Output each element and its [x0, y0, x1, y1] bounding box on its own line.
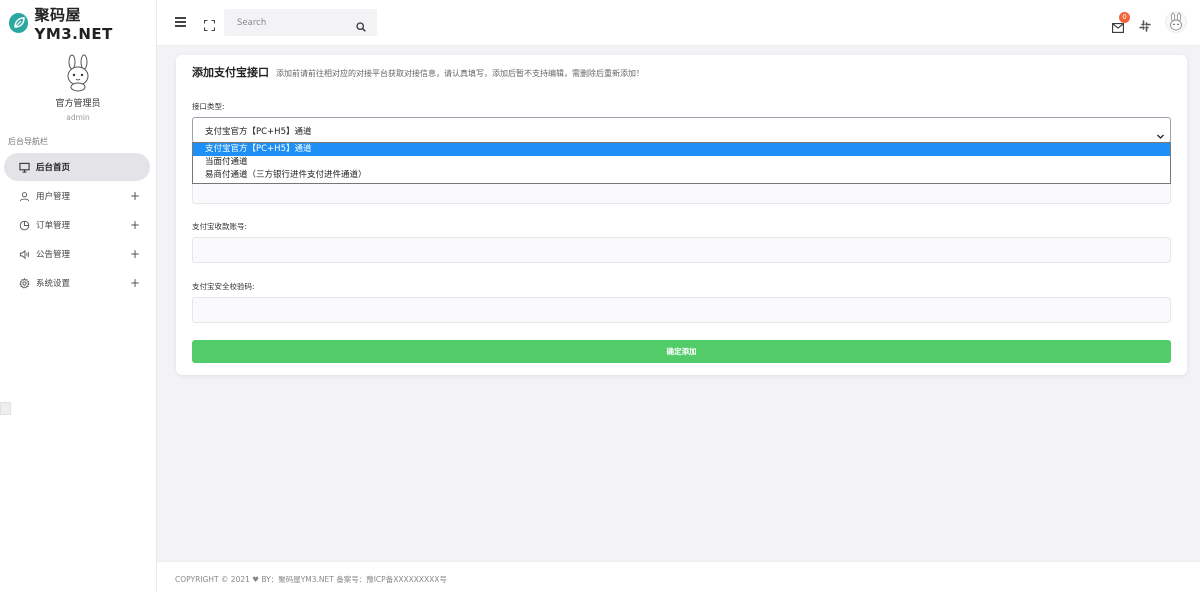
alipay-key-input[interactable]	[192, 297, 1171, 323]
expand-plus-icon[interactable]: +	[130, 247, 140, 261]
sidebar-item-label: 订单管理	[36, 221, 71, 231]
option-face-to-face[interactable]: 当面付通道	[193, 156, 1170, 169]
speaker-icon	[18, 248, 30, 260]
search-box	[224, 9, 377, 36]
footer-copyright: COPYRIGHT © 2021 ♥ BY：聚码屋YM3.NET 备案号：豫IC…	[175, 575, 447, 584]
interface-type-select[interactable]: 支付宝官方【PC+H5】通道	[192, 117, 1171, 143]
apps-icon[interactable]	[1139, 17, 1151, 32]
sidebar-item-label: 后台首页	[36, 163, 71, 173]
side-collapse-tab[interactable]	[0, 402, 11, 415]
leaf-logo-icon	[9, 13, 29, 33]
topbar: 0	[157, 0, 1200, 46]
alipay-account-input[interactable]	[192, 237, 1171, 263]
option-yishangfu[interactable]: 易商付通道（三方银行进件支付进件通道）	[193, 169, 1170, 182]
footer: COPYRIGHT © 2021 ♥ BY：聚码屋YM3.NET 备案号：豫IC…	[157, 561, 1200, 592]
select-value: 支付宝官方【PC+H5】通道	[205, 127, 312, 137]
search-icon[interactable]	[356, 17, 366, 36]
brand[interactable]: 聚码屋YM3.NET	[0, 0, 156, 46]
fullscreen-icon[interactable]	[203, 16, 216, 32]
nav-section-title: 后台导航栏	[8, 137, 48, 146]
mail-badge: 0	[1119, 12, 1130, 23]
user-avatar[interactable]	[1165, 11, 1187, 33]
user-name: 官方管理员	[55, 99, 101, 109]
pie-chart-icon	[18, 219, 30, 231]
interface-type-options: 支付宝官方【PC+H5】通道 当面付通道 易商付通道（三方银行进件支付进件通道）	[192, 142, 1171, 184]
page-title: 添加支付宝接口	[192, 66, 269, 79]
sidebar-item-dashboard[interactable]: 后台首页	[4, 153, 150, 181]
sidebar-item-label: 公告管理	[36, 250, 71, 260]
card-header: 添加支付宝接口 添加前请前往相对应的对接平台获取对接信息，请认真填写，添加后暂不…	[192, 64, 644, 80]
page-description: 添加前请前往相对应的对接平台获取对接信息，请认真填写，添加后暂不支持编辑，需删除…	[276, 69, 644, 78]
sidebar: 聚码屋YM3.NET 官方管理员 admin 后台导航栏 后台首页 用户管理 +…	[0, 0, 157, 592]
monitor-icon	[18, 161, 30, 173]
expand-plus-icon[interactable]: +	[130, 189, 140, 203]
interface-type-label: 接口类型:	[192, 102, 225, 111]
sidebar-nav: 后台首页 用户管理 + 订单管理 + 公告管理 + 系统设置 +	[0, 153, 156, 297]
alipay-key-label: 支付宝安全校验码:	[192, 282, 255, 291]
sidebar-item-label: 用户管理	[36, 192, 71, 202]
avatar[interactable]	[59, 54, 97, 92]
user-role: admin	[66, 113, 90, 122]
sidebar-item-orders[interactable]: 订单管理 +	[4, 211, 150, 239]
gear-icon	[18, 277, 30, 289]
alipay-account-label: 支付宝收款账号:	[192, 222, 248, 231]
add-alipay-card: 添加支付宝接口 添加前请前往相对应的对接平台获取对接信息，请认真填写，添加后暂不…	[176, 55, 1187, 375]
user-profile: 官方管理员 admin	[0, 46, 156, 122]
confirm-add-button[interactable]: 确定添加	[192, 340, 1171, 363]
user-icon	[18, 190, 30, 202]
sidebar-item-settings[interactable]: 系统设置 +	[4, 269, 150, 297]
expand-plus-icon[interactable]: +	[130, 276, 140, 290]
expand-plus-icon[interactable]: +	[130, 218, 140, 232]
option-alipay-official[interactable]: 支付宝官方【PC+H5】通道	[193, 143, 1170, 156]
sidebar-item-label: 系统设置	[36, 279, 71, 289]
sidebar-item-users[interactable]: 用户管理 +	[4, 182, 150, 210]
menu-toggle-icon[interactable]	[175, 17, 186, 27]
search-input[interactable]	[224, 9, 344, 36]
sidebar-item-announcements[interactable]: 公告管理 +	[4, 240, 150, 268]
brand-name: 聚码屋YM3.NET	[34, 5, 113, 43]
